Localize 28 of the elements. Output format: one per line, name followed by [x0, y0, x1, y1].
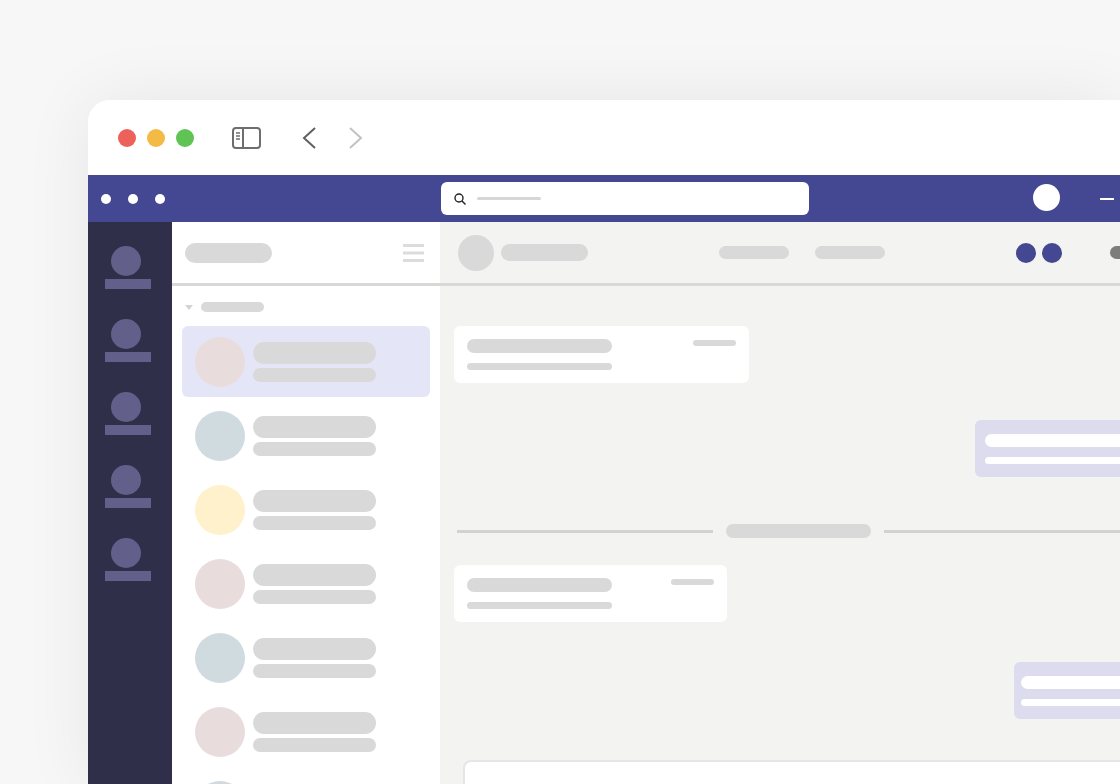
- section-placeholder-bar: [201, 302, 264, 312]
- person-icon[interactable]: [105, 538, 151, 581]
- back-icon[interactable]: [302, 126, 316, 149]
- person-icon[interactable]: [105, 392, 151, 435]
- action-dot-icon[interactable]: [1042, 242, 1062, 263]
- compose-field[interactable]: [463, 760, 1120, 784]
- menu-icon[interactable]: [403, 243, 424, 262]
- tab-placeholder-bar[interactable]: [815, 246, 885, 259]
- sidebar-icon[interactable]: [232, 126, 261, 149]
- more-icon[interactable]: [101, 193, 165, 204]
- profile-avatar[interactable]: [1033, 184, 1060, 211]
- timestamp-placeholder-bar: [671, 579, 714, 585]
- person-icon[interactable]: [105, 465, 151, 508]
- search-field[interactable]: [441, 182, 809, 215]
- person-icon[interactable]: [105, 319, 151, 362]
- tab-placeholder-bar[interactable]: [719, 246, 789, 259]
- close-button[interactable]: [118, 128, 136, 147]
- search-icon: [454, 192, 466, 205]
- action-dot-icon[interactable]: [1016, 242, 1036, 263]
- chat-list-item[interactable]: [182, 326, 430, 397]
- timestamp-placeholder-bar: [693, 340, 736, 346]
- minimize-icon[interactable]: [1100, 197, 1114, 200]
- person-icon[interactable]: [105, 246, 151, 289]
- minimize-button[interactable]: [147, 128, 165, 147]
- avatar: [458, 234, 494, 271]
- zoom-button[interactable]: [176, 128, 194, 147]
- placeholder-bar: [477, 197, 541, 200]
- caret-icon[interactable]: [185, 304, 193, 310]
